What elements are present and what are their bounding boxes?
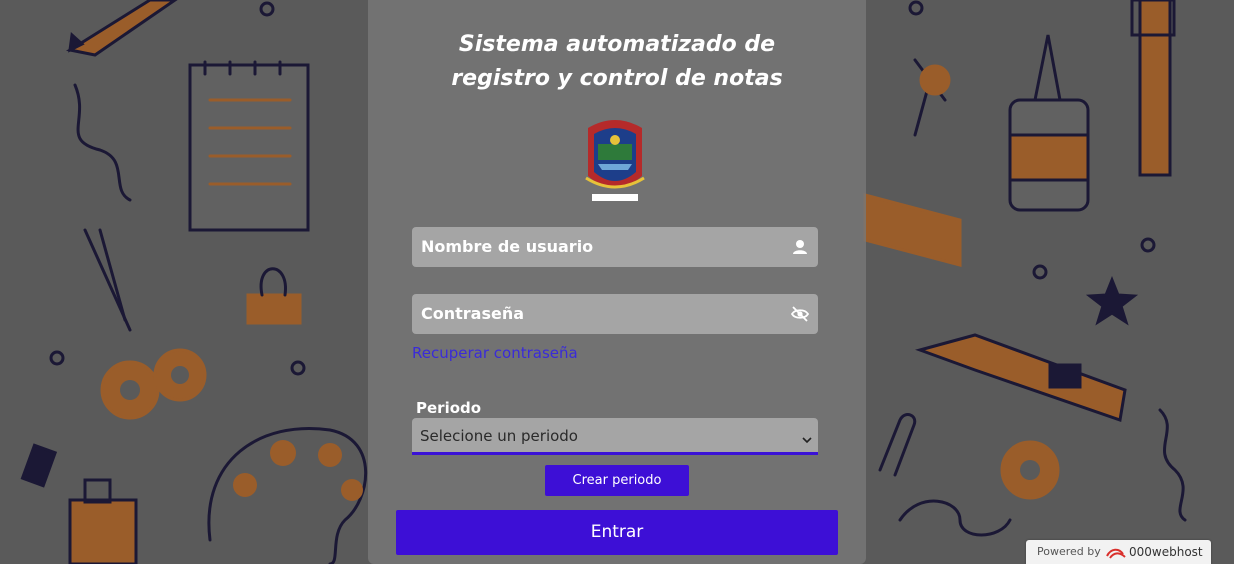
powered-by-badge[interactable]: Powered by 000webhost: [1026, 540, 1211, 564]
password-field[interactable]: Contraseña: [412, 294, 818, 334]
period-label: Periodo: [416, 399, 482, 417]
username-field[interactable]: Nombre de usuario: [412, 227, 818, 267]
school-crest-logo: [582, 114, 648, 204]
host-logo-icon: [1105, 545, 1127, 559]
chevron-down-icon: [802, 430, 812, 444]
username-placeholder: Nombre de usuario: [421, 237, 594, 256]
period-select[interactable]: Selecione un periodo: [412, 418, 818, 455]
host-name: 000webhost: [1129, 545, 1203, 559]
create-period-button[interactable]: Crear periodo: [545, 465, 689, 496]
password-placeholder: Contraseña: [421, 304, 525, 323]
submit-button[interactable]: Entrar: [396, 510, 838, 555]
recover-password-link[interactable]: Recuperar contraseña: [412, 344, 578, 362]
page-title: Sistema automatizado de registro y contr…: [451, 32, 783, 91]
eye-slash-icon[interactable]: [790, 305, 810, 323]
user-icon: [791, 238, 809, 256]
login-card: Sistema automatizado de registro y contr…: [368, 0, 866, 564]
period-selected-value: Selecione un periodo: [420, 427, 578, 445]
powered-by-text: Powered by: [1037, 545, 1101, 558]
